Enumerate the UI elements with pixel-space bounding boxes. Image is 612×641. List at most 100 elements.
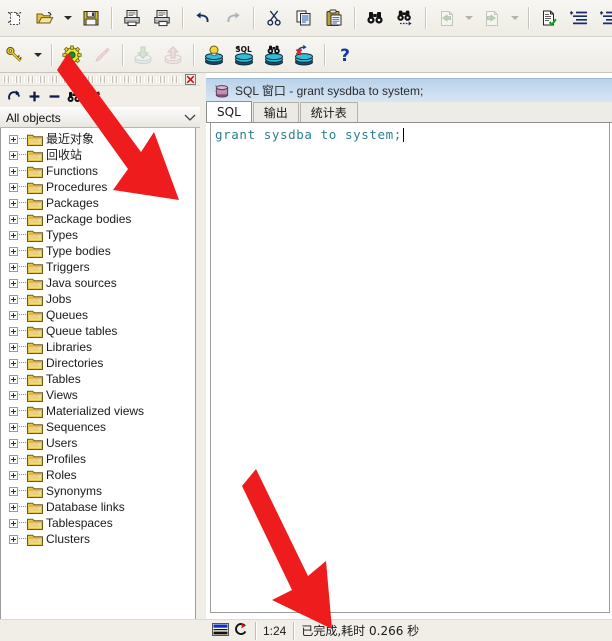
tree-item-最近对象[interactable]: 最近对象 [1, 131, 195, 147]
expand-plus-icon[interactable] [9, 454, 18, 464]
expand-plus-icon[interactable] [9, 438, 18, 448]
open-dropdown-button[interactable] [60, 3, 76, 33]
tree-item-type-bodies[interactable]: Type bodies [1, 243, 195, 259]
open-button[interactable] [30, 3, 60, 33]
tree-item-queue-tables[interactable]: Queue tables [1, 323, 195, 339]
tree-item-libraries[interactable]: Libraries [1, 339, 195, 355]
save-button[interactable] [76, 3, 106, 33]
customize-button[interactable] [84, 87, 104, 106]
expand-plus-icon[interactable] [9, 342, 18, 352]
tree-item-label: Queue tables [46, 324, 118, 338]
expand-plus-icon[interactable] [9, 198, 18, 208]
new-window-button[interactable] [0, 3, 30, 33]
tab-sql[interactable]: SQL [206, 101, 252, 122]
tree-item-functions[interactable]: Functions [1, 163, 195, 179]
expand-plus-icon[interactable] [9, 150, 18, 160]
tree-item-clusters[interactable]: Clusters [1, 531, 195, 547]
expand-plus-icon[interactable] [9, 310, 18, 320]
undo-button[interactable] [188, 3, 218, 33]
sql-db-button[interactable]: SQL [229, 40, 259, 70]
tree-item-directories[interactable]: Directories [1, 355, 195, 371]
expand-plus-icon[interactable] [9, 262, 18, 272]
expand-plus-icon[interactable] [9, 534, 18, 544]
expand-plus-icon[interactable] [9, 374, 18, 384]
expand-plus-icon[interactable] [9, 294, 18, 304]
find-db-object-button[interactable] [259, 40, 289, 70]
expand-plus-icon[interactable] [9, 230, 18, 240]
tree-item-packages[interactable]: Packages [1, 195, 195, 211]
expand-plus-icon[interactable] [9, 502, 18, 512]
collapse-all-button[interactable] [44, 87, 64, 106]
object-filter-value: All objects [6, 110, 61, 125]
sql-editor[interactable]: grant sysdba to system; [210, 123, 610, 613]
tree-item-queues[interactable]: Queues [1, 307, 195, 323]
expand-plus-icon[interactable] [9, 278, 18, 288]
tree-item-label: Database links [46, 500, 125, 514]
tree-item-users[interactable]: Users [1, 435, 195, 451]
tree-item-tables[interactable]: Tables [1, 371, 195, 387]
cut-button[interactable] [259, 3, 289, 33]
red-refresh-icon[interactable] [234, 622, 248, 639]
expand-plus-icon[interactable] [9, 422, 18, 432]
tab-output[interactable]: 输出 [252, 102, 299, 122]
tree-item-label: Queues [46, 308, 89, 322]
session-button[interactable] [199, 40, 229, 70]
sql-window-title-bar[interactable]: SQL 窗口 - grant sysdba to system; [206, 78, 612, 102]
outdent-button[interactable] [594, 3, 612, 33]
tree-item-profiles[interactable]: Profiles [1, 451, 195, 467]
close-panel-icon[interactable] [184, 73, 197, 86]
expand-plus-icon[interactable] [9, 326, 18, 336]
indent-button[interactable] [564, 3, 594, 33]
tree-item-procedures[interactable]: Procedures [1, 179, 195, 195]
expand-plus-icon[interactable] [9, 134, 18, 144]
copy-button[interactable] [289, 3, 319, 33]
rollback-db-button[interactable] [289, 40, 319, 70]
tree-connector [19, 490, 26, 492]
tree-item-package-bodies[interactable]: Package bodies [1, 211, 195, 227]
tree-item-回收站[interactable]: 回收站 [1, 147, 195, 163]
tree-item-jobs[interactable]: Jobs [1, 291, 195, 307]
tree-item-java-sources[interactable]: Java sources [1, 275, 195, 291]
find-next-button[interactable] [390, 3, 420, 33]
print-preview-button[interactable] [147, 3, 177, 33]
tree-item-types[interactable]: Types [1, 227, 195, 243]
paste-button[interactable] [319, 3, 349, 33]
chevron-down-icon[interactable] [180, 113, 200, 122]
break-button [87, 40, 117, 70]
help-button[interactable]: ? [330, 40, 360, 70]
tree-item-roles[interactable]: Roles [1, 467, 195, 483]
panel-grip-bar[interactable] [0, 73, 200, 86]
refresh-tree-button[interactable] [4, 87, 24, 106]
print-button[interactable] [117, 3, 147, 33]
expand-plus-icon[interactable] [9, 470, 18, 480]
tree-item-views[interactable]: Views [1, 387, 195, 403]
sql-editor-content[interactable]: grant sysdba to system; [215, 127, 609, 143]
check-syntax-button[interactable] [534, 3, 564, 33]
find-object-button[interactable] [64, 87, 84, 106]
find-button[interactable] [360, 3, 390, 33]
tab-statistics[interactable]: 统计表 [299, 102, 358, 122]
object-filter-dropdown[interactable]: All objects [0, 107, 200, 128]
expand-plus-icon[interactable] [9, 390, 18, 400]
expand-plus-icon[interactable] [9, 246, 18, 256]
expand-plus-icon[interactable] [9, 486, 18, 496]
expand-plus-icon[interactable] [9, 518, 18, 528]
tree-connector [19, 378, 26, 380]
tree-item-tablespaces[interactable]: Tablespaces [1, 515, 195, 531]
folder-icon [27, 357, 43, 370]
object-tree[interactable]: 最近对象 回收站 Functions Procedures Packages Packag… [0, 128, 196, 633]
tree-item-triggers[interactable]: Triggers [1, 259, 195, 275]
expand-plus-icon[interactable] [9, 166, 18, 176]
expand-all-button[interactable] [24, 87, 44, 106]
execute-button[interactable] [57, 40, 87, 70]
expand-plus-icon[interactable] [9, 406, 18, 416]
tree-item-database-links[interactable]: Database links [1, 499, 195, 515]
expand-plus-icon[interactable] [9, 182, 18, 192]
login-button[interactable] [0, 40, 30, 70]
expand-plus-icon[interactable] [9, 214, 18, 224]
login-dropdown-button[interactable] [30, 40, 46, 70]
tree-item-synonyms[interactable]: Synonyms [1, 483, 195, 499]
tree-item-materialized-views[interactable]: Materialized views [1, 403, 195, 419]
expand-plus-icon[interactable] [9, 358, 18, 368]
tree-item-sequences[interactable]: Sequences [1, 419, 195, 435]
